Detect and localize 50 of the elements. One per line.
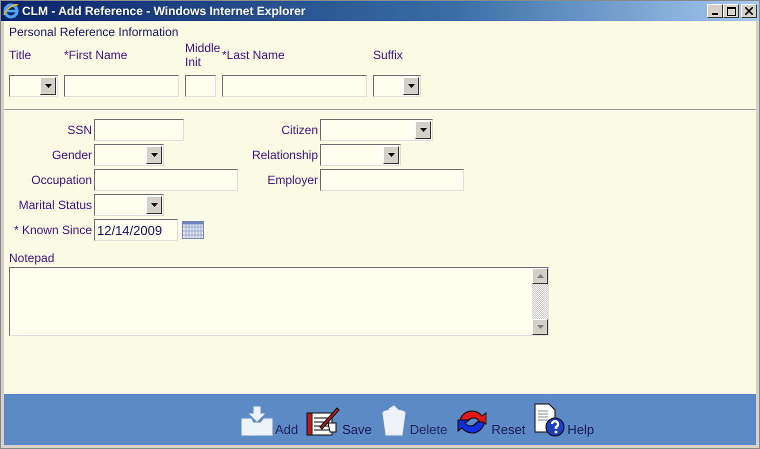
caret-icon: [150, 203, 158, 207]
dropdown[interactable]: [373, 75, 421, 97]
field-label: *First Name: [64, 47, 128, 64]
text-field[interactable]: [320, 169, 464, 191]
notepad-field[interactable]: [9, 267, 549, 336]
dropdown[interactable]: [94, 194, 164, 216]
field-label: *Last Name: [222, 47, 286, 64]
scroll-up-icon[interactable]: [536, 274, 544, 278]
dropdown[interactable]: [94, 144, 164, 166]
toolbar-button[interactable]: Help: [533, 403, 594, 437]
notebook-pen-icon: [306, 405, 340, 437]
trash-bin-icon: [380, 405, 408, 437]
dropdown[interactable]: [9, 75, 58, 97]
text-field[interactable]: [94, 119, 184, 141]
window-title: CLM - Add Reference - Windows Internet Explorer: [22, 4, 306, 18]
field-label: Marital Status: [18, 198, 92, 212]
close-icon: [745, 7, 753, 15]
document-help-icon: [533, 403, 566, 437]
field-label: Citizen: [280, 123, 318, 137]
section-title: Personal Reference Information: [8, 24, 180, 39]
text-field[interactable]: [185, 75, 216, 97]
minimize-button[interactable]: [707, 4, 723, 18]
scroll-down-icon[interactable]: [536, 325, 544, 329]
browser-logo-icon: [3, 3, 19, 19]
date-field[interactable]: 12/14/2009: [94, 219, 178, 241]
maximize-button[interactable]: [723, 4, 739, 18]
field-label: Suffix: [373, 47, 404, 64]
dropdown[interactable]: [320, 144, 401, 166]
field-label: Title: [9, 47, 32, 64]
maximize-icon: [726, 6, 736, 16]
caret-icon: [150, 153, 158, 157]
text-field[interactable]: [64, 75, 179, 97]
field-label: Occupation: [31, 173, 92, 187]
field-label: Gender: [52, 148, 92, 162]
text-field[interactable]: [94, 169, 238, 191]
calendar-icon[interactable]: [182, 221, 204, 239]
close-button[interactable]: [741, 4, 757, 18]
toolbar-button[interactable]: Save: [306, 405, 372, 437]
inbox-tray-icon: [241, 405, 273, 437]
caret-icon: [388, 153, 394, 157]
field-label: Notepad: [8, 250, 56, 267]
caret-icon: [420, 128, 426, 132]
field-label: * Known Since: [14, 223, 92, 237]
caret-icon: [44, 84, 52, 88]
field-label: SSN: [67, 123, 92, 137]
caret-icon: [408, 84, 414, 88]
field-label: Employer: [266, 173, 318, 187]
toolbar-button[interactable]: Reset: [455, 407, 526, 437]
text-field[interactable]: [222, 75, 367, 97]
field-label: Relationship: [250, 148, 318, 162]
